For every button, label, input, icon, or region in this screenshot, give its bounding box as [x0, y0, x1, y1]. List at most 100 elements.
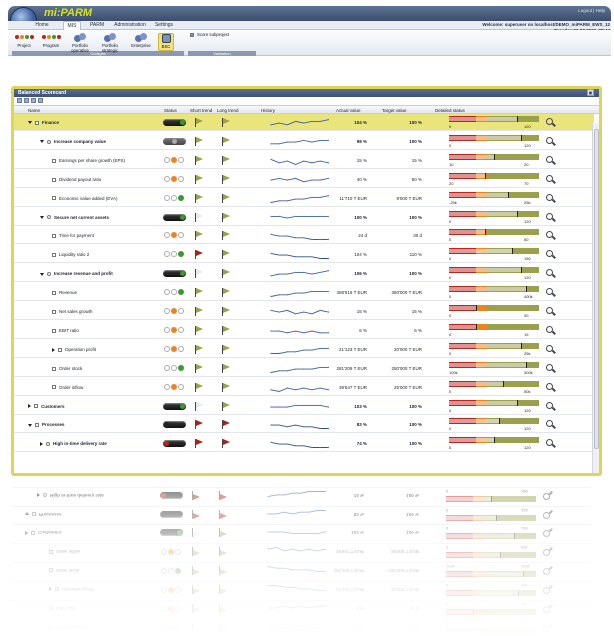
- bar-fill: [449, 192, 508, 197]
- target-value: 25'000 T EUR: [391, 549, 419, 555]
- scrollbar-thumb[interactable]: [594, 129, 599, 449]
- cockpit-bsc-button[interactable]: BSC: [158, 33, 174, 51]
- magnifier-icon[interactable]: [546, 193, 553, 201]
- magnifier-icon[interactable]: [546, 344, 553, 352]
- table-row[interactable]: Processes 83 % 100 % 0 120: [14, 416, 594, 434]
- detailed-status-bar: [446, 571, 536, 578]
- tab-mis[interactable]: MIS: [63, 21, 81, 30]
- row-name-cell: Customers: [25, 531, 62, 536]
- table-row[interactable]: Order stock 281'209 T EUR 250'000 T EUR 100…: [14, 360, 594, 377]
- score-subproject-button[interactable]: Score subproject: [190, 32, 229, 38]
- magnifier-icon[interactable]: [543, 606, 550, 614]
- magnifier-icon[interactable]: [543, 625, 550, 632]
- tab-administration[interactable]: Administration: [112, 22, 148, 28]
- table-row[interactable]: Increase company value 98 % 100 % 0 120: [14, 133, 594, 150]
- column-header-detailed-status[interactable]: Detailed status: [435, 108, 465, 113]
- status-light: [178, 345, 184, 352]
- detailed-status-bar: [449, 153, 539, 160]
- table-row[interactable]: Liquidity ratio 2 104 % 110 % 0 150: [14, 246, 594, 264]
- magnifier-icon[interactable]: [546, 420, 553, 428]
- expand-all-icon[interactable]: [17, 98, 22, 103]
- magnifier-icon[interactable]: [546, 212, 553, 220]
- export-icon[interactable]: [31, 98, 36, 103]
- tab-settings[interactable]: Settings: [152, 22, 176, 28]
- table-row[interactable]: Increase revenue and profit 106 % 100 % 0 12…: [14, 265, 594, 283]
- magnifier-icon[interactable]: [546, 231, 553, 239]
- bar-fill: [449, 287, 526, 292]
- tab-home[interactable]: Home: [26, 22, 58, 28]
- magnifier-icon[interactable]: [546, 439, 553, 447]
- table-row[interactable]: High in-time delivery rate 74 % 100 % 0 120: [14, 435, 594, 453]
- cockpit-program-button[interactable]: Program: [38, 33, 64, 49]
- vertical-scrollbar[interactable]: [592, 123, 599, 473]
- target-value: 100 %: [406, 492, 419, 498]
- collapse-arrow-icon[interactable]: [28, 423, 32, 427]
- expand-arrow-icon[interactable]: [52, 347, 55, 352]
- bar-scale-max: 20: [524, 161, 529, 167]
- magnifier-icon[interactable]: [546, 250, 553, 258]
- bar-scale-min: 0: [449, 407, 452, 413]
- magnifier-icon[interactable]: [546, 288, 553, 296]
- cockpit-enterprise-button[interactable]: Enterprise: [126, 33, 156, 49]
- column-header-long-trend[interactable]: Long trend: [217, 108, 239, 113]
- collapse-arrow-icon[interactable]: [25, 512, 29, 516]
- table-row[interactable]: Finance 104 % 100 % 0 120: [14, 114, 594, 131]
- column-header-name[interactable]: Name: [28, 108, 40, 113]
- table-row[interactable]: Operation profit 21'123 T EUR 20'000 T EUR…: [14, 341, 594, 358]
- magnifier-icon[interactable]: [543, 549, 550, 557]
- column-header-history[interactable]: History: [261, 108, 275, 113]
- magnifier-icon[interactable]: [543, 492, 550, 500]
- column-header-short-trend[interactable]: Short trend: [190, 108, 212, 113]
- collapse-arrow-icon[interactable]: [40, 272, 44, 276]
- cockpit-portfolio-operative-button[interactable]: Portfolio operative: [66, 33, 94, 53]
- actual-value: 21'123 T EUR: [339, 346, 367, 352]
- cockpit-project-button[interactable]: Project: [12, 33, 36, 49]
- column-header-status[interactable]: Status: [164, 108, 177, 113]
- magnifier-icon[interactable]: [546, 136, 553, 144]
- magnifier-icon[interactable]: [546, 269, 553, 277]
- column-header-target-value[interactable]: Target value: [382, 108, 407, 113]
- collapse-arrow-icon[interactable]: [28, 121, 32, 125]
- expand-arrow-icon[interactable]: [40, 442, 43, 447]
- magnifier-icon[interactable]: [543, 568, 550, 576]
- table-row[interactable]: Economic value added (EVA) 11'710 T EUR 9'…: [14, 190, 594, 207]
- magnifier-icon[interactable]: [543, 530, 550, 538]
- reflected-row: Net sales growth 15 % 15 % 0 30: [11, 619, 591, 636]
- table-row[interactable]: EBIT ratio 6 % 6 % 0 15: [14, 322, 594, 339]
- magnifier-icon[interactable]: [546, 382, 553, 390]
- expand-arrow-icon[interactable]: [25, 530, 28, 535]
- collapse-arrow-icon[interactable]: [40, 140, 44, 144]
- collapse-arrow-icon[interactable]: [40, 215, 44, 219]
- magnifier-icon[interactable]: [546, 363, 553, 371]
- magnifier-icon[interactable]: [546, 401, 553, 409]
- top-links[interactable]: Logout | Help: [578, 8, 605, 13]
- table-row[interactable]: Net sales growth 15 % 15 % 0 30: [14, 303, 594, 320]
- collapse-all-icon[interactable]: [24, 98, 29, 103]
- magnifier-icon[interactable]: [546, 155, 553, 163]
- refresh-icon[interactable]: [38, 98, 43, 103]
- expand-arrow-icon[interactable]: [37, 492, 40, 497]
- magnifier-icon[interactable]: [543, 587, 550, 595]
- print-icon[interactable]: ▣: [587, 89, 594, 96]
- expand-arrow-icon[interactable]: [49, 587, 52, 592]
- cockpit-portfolio-strategic-button[interactable]: Portfolio strategic: [96, 33, 124, 53]
- magnifier-icon[interactable]: [546, 307, 553, 314]
- table-row[interactable]: Order inflow 39'647 T EUR 25'000 T EUR 0 50k: [14, 379, 594, 396]
- table-row[interactable]: Customers 103 % 100 % 0 120: [14, 398, 594, 415]
- bar-scale-min: 0: [446, 602, 449, 608]
- tab-parm[interactable]: PARM: [86, 22, 108, 28]
- magnifier-icon[interactable]: [546, 325, 553, 333]
- table-row[interactable]: Earnings per share growth (EPS) 15 % 15 % 1…: [14, 152, 594, 169]
- table-row[interactable]: Secure net current assets 100 % 100 % 0 120: [14, 209, 594, 226]
- bar-actual-marker: [494, 437, 495, 444]
- table-row[interactable]: Time for payment 24 d 30 d 0 60: [14, 227, 594, 245]
- table-row[interactable]: Dividend payout ratio 40 % 50 % 20 70: [14, 171, 594, 188]
- expand-arrow-icon[interactable]: [28, 404, 31, 409]
- column-header-actual-value[interactable]: Actual value: [336, 108, 361, 113]
- magnifier-icon[interactable]: [546, 174, 553, 182]
- status-light: [178, 175, 184, 182]
- magnifier-icon[interactable]: [546, 118, 553, 125]
- table-row[interactable]: Revenue 368'616 T EUR 360'000 T EUR 0 400k: [14, 284, 594, 302]
- long-trend-flag-icon: [222, 155, 230, 165]
- magnifier-icon[interactable]: [543, 511, 550, 519]
